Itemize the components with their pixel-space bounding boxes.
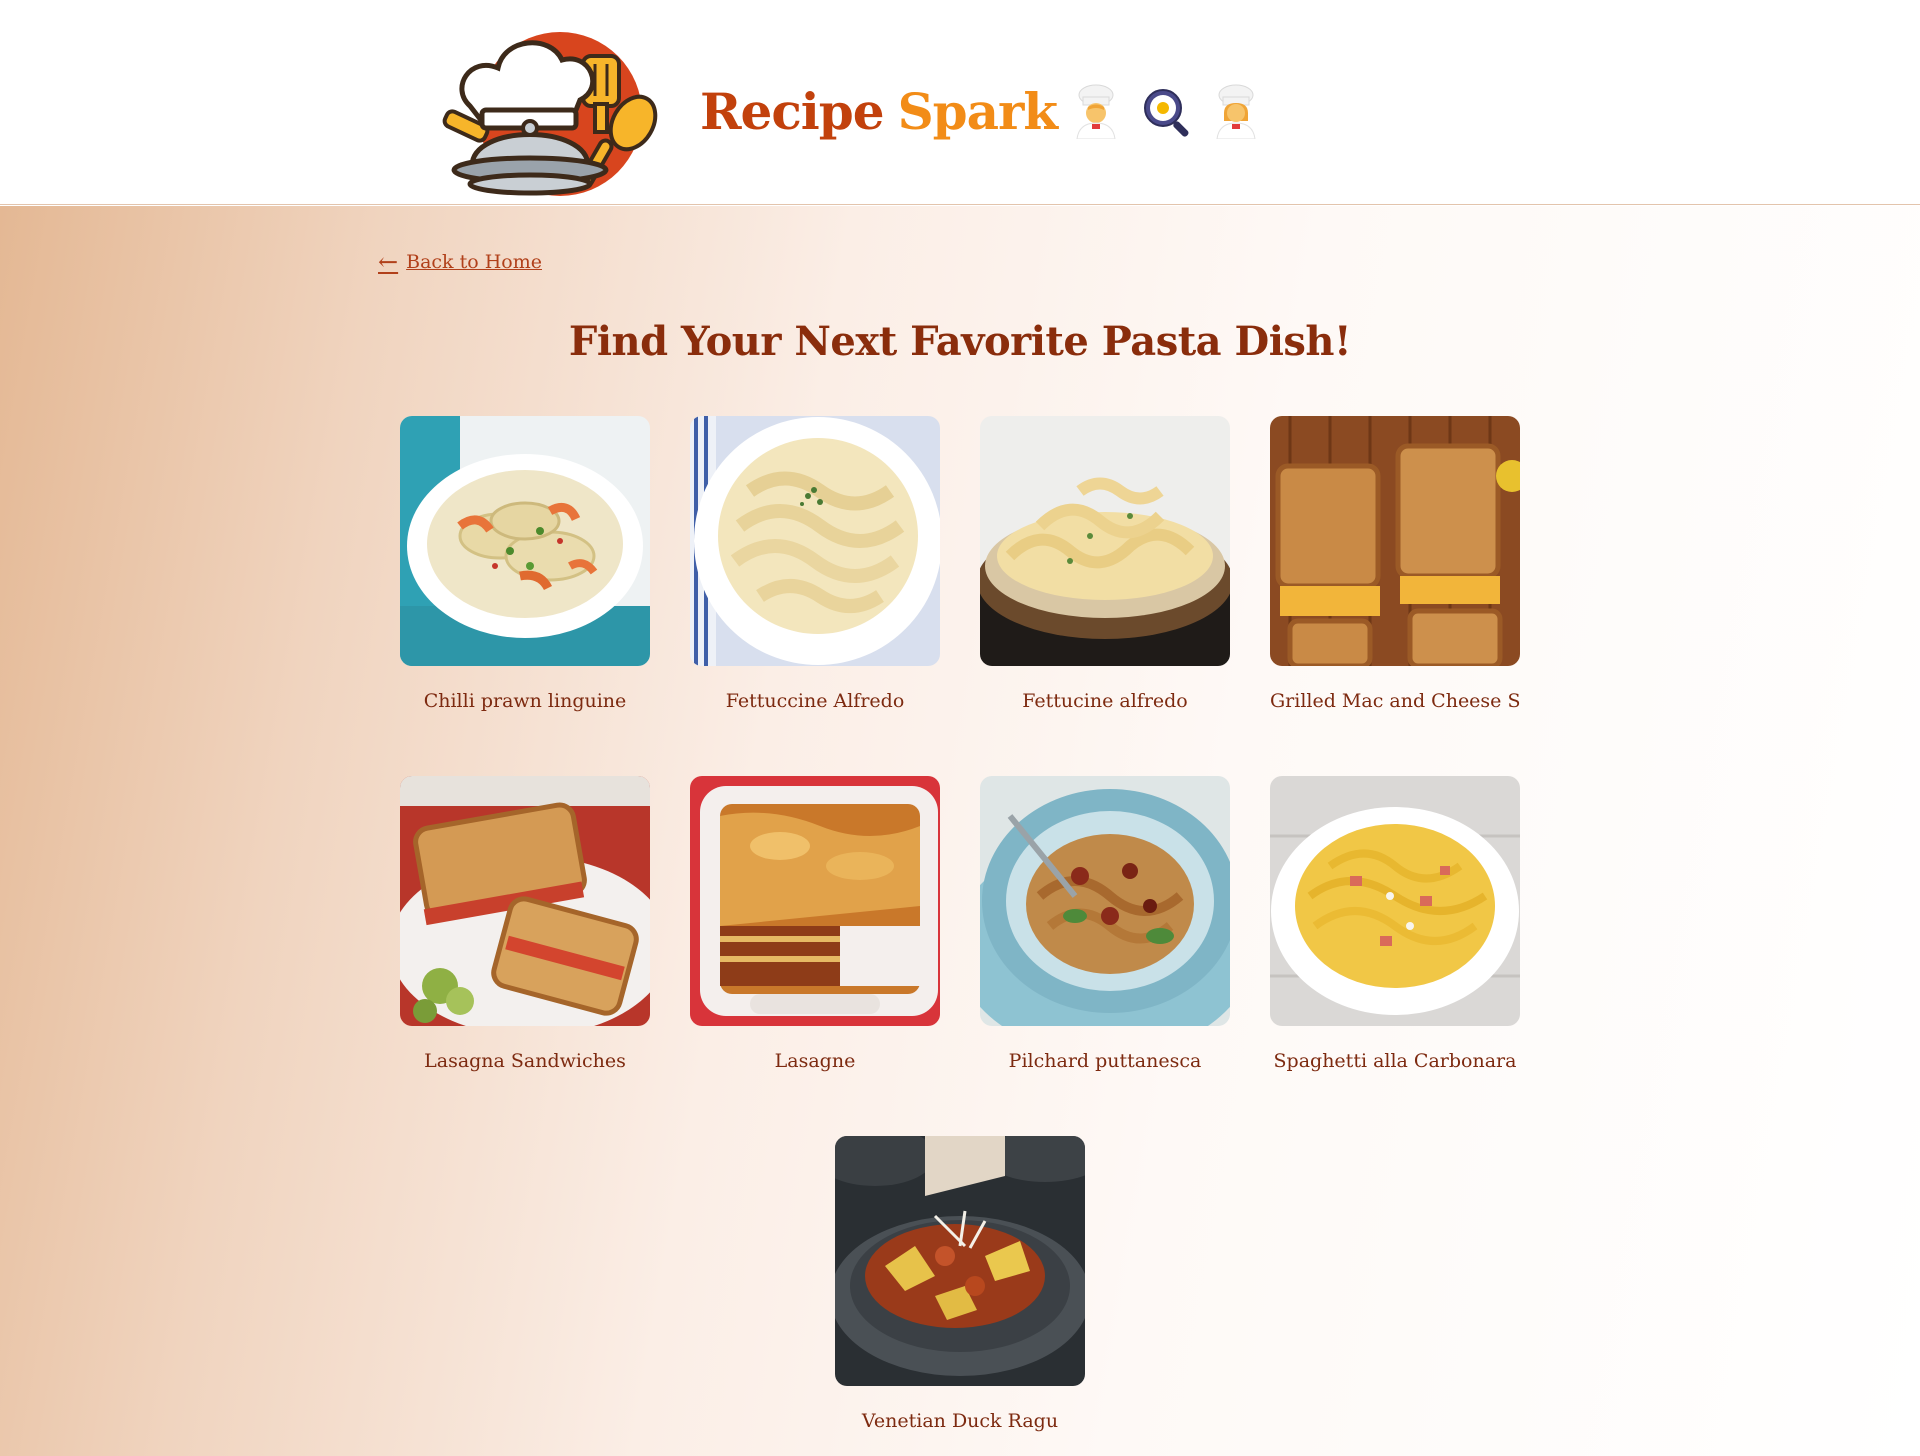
back-to-home-link[interactable]: ← Back to Home — [378, 250, 542, 274]
recipe-card-fettucine-alfredo[interactable]: Fettucine alfredo — [980, 416, 1230, 712]
frying-pan-icon — [1141, 83, 1191, 139]
recipe-image[interactable] — [835, 1136, 1085, 1386]
site-header: Recipe Spark — [0, 0, 1920, 205]
brand-title: Recipe Spark — [700, 76, 1261, 146]
recipe-image[interactable] — [400, 776, 650, 1026]
chef-woman-icon — [1211, 83, 1261, 140]
recipe-card-lasagne[interactable]: Lasagne — [690, 776, 940, 1072]
recipe-card-spaghetti-alla-carbonara[interactable]: Spaghetti alla Carbonara — [1270, 776, 1520, 1072]
recipe-card-grilled-mac-and-cheese[interactable]: Grilled Mac and Cheese Sa — [1270, 416, 1520, 712]
recipe-image[interactable] — [1270, 776, 1520, 1026]
recipe-image[interactable] — [980, 416, 1230, 666]
recipe-name[interactable]: Lasagne — [690, 1050, 940, 1072]
recipe-name[interactable]: Pilchard puttanesca — [980, 1050, 1230, 1072]
recipe-name[interactable]: Chilli prawn linguine — [400, 690, 650, 712]
recipe-card-lasagna-sandwiches[interactable]: Lasagna Sandwiches — [400, 776, 650, 1072]
recipe-image[interactable] — [400, 416, 650, 666]
recipe-name[interactable]: Grilled Mac and Cheese Sa — [1270, 690, 1520, 712]
recipe-name[interactable]: Lasagna Sandwiches — [400, 1050, 650, 1072]
page-title: Find Your Next Favorite Pasta Dish! — [568, 318, 1352, 365]
recipe-name[interactable]: Fettuccine Alfredo — [690, 690, 940, 712]
brand-icons — [1071, 83, 1261, 140]
recipe-image[interactable] — [690, 776, 940, 1026]
recipe-spark-logo[interactable] — [440, 28, 665, 200]
recipe-card-venetian-duck-ragu[interactable]: Venetian Duck Ragu — [835, 1136, 1085, 1432]
recipe-card-chilli-prawn-linguine[interactable]: Chilli prawn linguine — [400, 416, 650, 712]
recipe-name[interactable]: Spaghetti alla Carbonara — [1270, 1050, 1520, 1072]
chef-icon — [1071, 83, 1121, 140]
arrow-left-icon: ← — [378, 248, 399, 276]
brand-word-recipe: Recipe — [700, 81, 885, 141]
recipe-name[interactable]: Venetian Duck Ragu — [835, 1410, 1085, 1432]
recipe-name[interactable]: Fettucine alfredo — [980, 690, 1230, 712]
recipe-card-pilchard-puttanesca[interactable]: Pilchard puttanesca — [980, 776, 1230, 1072]
brand-word-spark: Spark — [897, 81, 1058, 141]
recipe-image[interactable] — [980, 776, 1230, 1026]
main-content: ← Back to Home Find Your Next Favorite P… — [0, 206, 1920, 1456]
recipe-image[interactable] — [690, 416, 940, 666]
recipe-card-fettuccine-alfredo[interactable]: Fettuccine Alfredo — [690, 416, 940, 712]
recipe-image[interactable] — [1270, 416, 1520, 666]
back-link-label: Back to Home — [406, 251, 542, 273]
